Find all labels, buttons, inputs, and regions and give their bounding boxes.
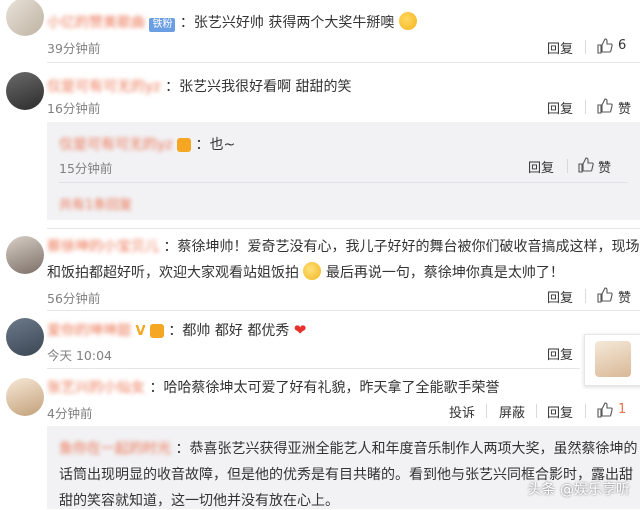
username[interactable]: 蔡徐坤的小宝贝儿 <box>47 239 159 255</box>
comment-time: 4分钟前 <box>47 406 93 421</box>
like-text: 赞 <box>618 102 632 117</box>
avatar[interactable] <box>6 378 44 416</box>
reply-button[interactable]: 回复 <box>547 98 573 117</box>
divider <box>585 404 586 418</box>
user-hover-card[interactable] <box>584 334 640 386</box>
comment-text-line: 最后再说一句，蔡徐坤你真是太帅了！ <box>325 265 564 281</box>
avatar[interactable] <box>6 318 44 356</box>
divider <box>486 404 487 418</box>
divider <box>567 159 568 173</box>
comment-time: 39分钟前 <box>47 41 101 56</box>
reply-text-line: ：恭喜张艺兴获得亚洲全能艺人和年度音乐制作人两项大奖，虽然蔡徐坤的 <box>175 441 638 457</box>
vip-crown-icon <box>177 138 192 152</box>
comment-time: 16分钟前 <box>47 101 101 116</box>
divider <box>59 182 628 183</box>
shy-emoji-icon <box>303 262 322 280</box>
like-text: 赞 <box>618 291 632 306</box>
blush-emoji-icon <box>398 12 417 30</box>
block-button[interactable]: 屏蔽 <box>499 402 525 421</box>
thumb-up-icon[interactable] <box>597 98 613 114</box>
heart-icon: ❤ <box>293 321 307 339</box>
reply-button[interactable]: 回复 <box>547 38 573 57</box>
divider <box>47 62 640 63</box>
divider <box>585 40 586 54</box>
v-verified-icon: V <box>135 324 146 339</box>
avatar[interactable] <box>6 0 44 36</box>
reply-button[interactable]: 回复 <box>547 287 573 306</box>
username[interactable]: 小亿的赞美歌曲 <box>47 15 145 31</box>
comment-text: ：张艺兴我很好看啊 甜甜的笑 <box>165 79 352 95</box>
comment-text: ：张艺兴好帅 获得两个大奖牛掰噢 <box>179 15 395 31</box>
reply-button[interactable]: 回复 <box>547 402 573 421</box>
username[interactable]: 张艺兴的小仙女 <box>47 380 145 396</box>
reply-button[interactable]: 回复 <box>528 157 554 176</box>
reply-text-line: 甜的笑容就知道，这一切他并没有放在心上。 <box>59 493 339 509</box>
divider <box>536 404 537 418</box>
username[interactable]: 爱你的坤坤甜 <box>47 323 131 339</box>
comment-time: 今天 10:04 <box>47 348 112 363</box>
comment-time: 56分钟前 <box>47 291 101 306</box>
nested-reply-box: 仅是可有可无的yz ：也~ 15分钟前 回复 赞 共有1条回复 <box>47 122 640 220</box>
divider <box>47 228 640 229</box>
report-button[interactable]: 投诉 <box>449 402 475 421</box>
reply-time: 15分钟前 <box>59 161 113 176</box>
comment-text: ：哈哈蔡徐坤太可爱了好有礼貌，昨天拿了全能歌手荣誉 <box>149 380 500 396</box>
view-more-replies-link[interactable]: 共有1条回复 <box>59 194 132 213</box>
divider <box>47 310 640 311</box>
username[interactable]: 仅是可有可无的yz <box>59 137 173 153</box>
username[interactable]: 仅是可有可无的yz <box>47 79 161 95</box>
like-count: 1 <box>618 402 627 417</box>
comment-text: ：都帅 都好 都优秀 <box>168 323 290 339</box>
watermark: 头条 @娱乐享听 <box>527 482 630 498</box>
avatar[interactable] <box>6 72 44 110</box>
like-count: 6 <box>618 38 627 53</box>
avatar <box>595 341 631 377</box>
thumb-up-icon[interactable] <box>597 287 613 303</box>
divider <box>585 100 586 114</box>
like-text: 赞 <box>598 161 612 176</box>
vip-crown-icon <box>149 324 164 338</box>
reply-text: ：也~ <box>195 137 236 153</box>
avatar[interactable] <box>6 236 44 274</box>
divider <box>585 289 586 303</box>
thumb-up-icon[interactable] <box>578 157 594 173</box>
comment-text-line: ：蔡徐坤帅！爱奇艺没有心，我儿子好好的舞台被你们破收音搞成这样，现场 <box>163 239 640 255</box>
username[interactable]: 鱼你在一起的时光 <box>59 441 171 457</box>
thumb-up-icon[interactable] <box>597 38 613 54</box>
comment-text-line: 和饭拍都超好听，欢迎大家观看站姐饭拍 <box>47 265 299 281</box>
reply-button[interactable]: 回复 <box>547 344 573 363</box>
fan-badge-icon: 铁粉 <box>149 18 176 32</box>
thumb-up-icon[interactable] <box>597 402 613 418</box>
divider <box>47 368 580 369</box>
